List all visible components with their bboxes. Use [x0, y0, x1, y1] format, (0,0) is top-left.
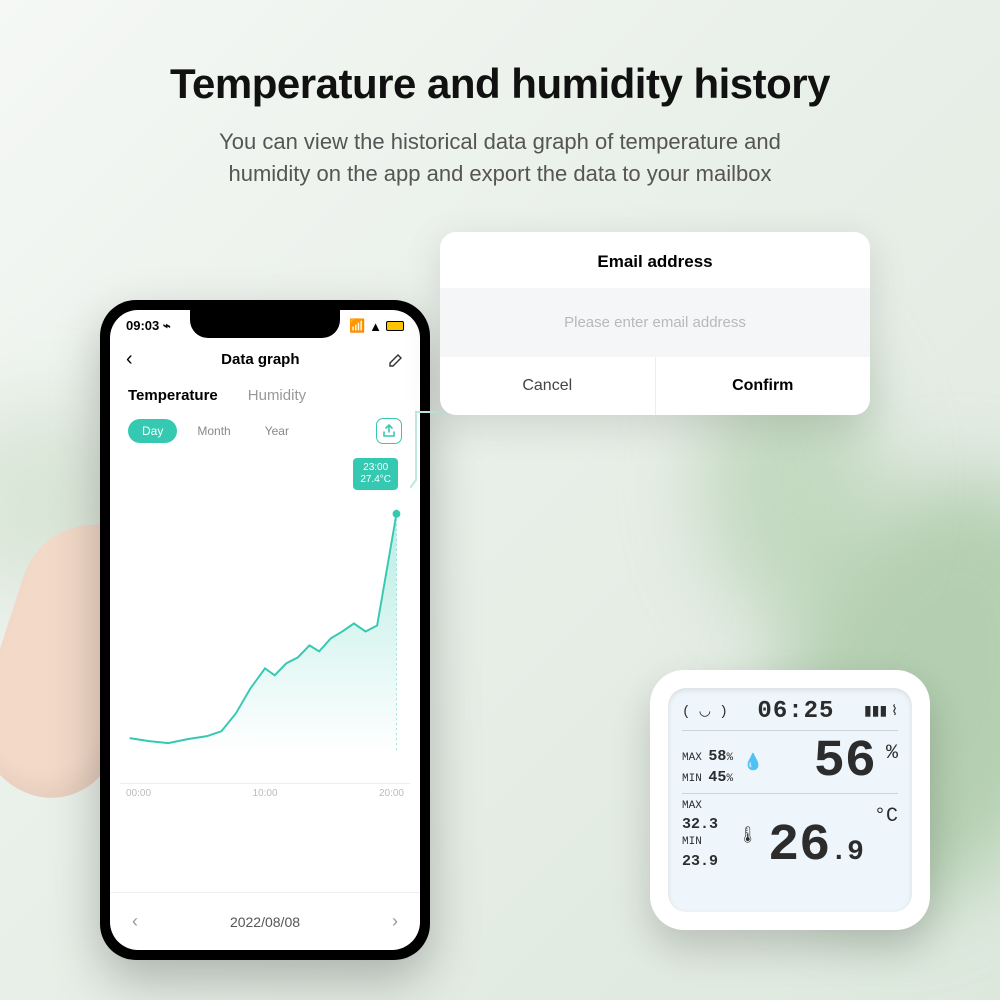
temp-value: 26.9	[768, 820, 864, 872]
sensor-device: ( ◡ ) 06:25 ▮▮▮ ⌇ MAX 58% MIN 45% 💧 56 %…	[650, 670, 930, 930]
hand-holding-phone: 09:03 ⌁ 📶 ▲ ‹ Data graph Temperature	[30, 300, 450, 980]
battery-icon: ▮▮▮	[864, 703, 887, 720]
dialog-title: Email address	[440, 232, 870, 288]
humidity-value: 56	[814, 736, 876, 788]
screen-title: Data graph	[221, 351, 299, 368]
page-title: Temperature and humidity history	[0, 60, 1000, 108]
battery-icon	[386, 321, 404, 331]
humidity-minmax: MAX 58% MIN 45%	[682, 746, 733, 788]
current-date: 2022/08/08	[230, 914, 300, 930]
export-button[interactable]	[376, 418, 402, 444]
temperature-chart[interactable]: 23:00 27.4°C	[120, 454, 410, 784]
status-time: 09:03 ⌁	[126, 318, 171, 334]
temp-minmax: MAX 32.3 MIN 23.9	[682, 799, 728, 872]
wifi-icon: ⌇	[891, 703, 898, 720]
droplet-icon: 💧	[743, 752, 763, 772]
page-subtitle: You can view the historical data graph o…	[0, 126, 1000, 190]
lcd-display: ( ◡ ) 06:25 ▮▮▮ ⌇ MAX 58% MIN 45% 💧 56 %…	[668, 688, 912, 912]
wifi-icon: ▲	[369, 319, 382, 334]
cancel-button[interactable]: Cancel	[440, 357, 656, 415]
chart-xaxis: 00:0010:0020:00	[110, 784, 420, 803]
thermometer-icon: 🌡	[738, 825, 758, 845]
tab-temperature[interactable]: Temperature	[128, 387, 218, 404]
phone-notch	[190, 310, 340, 338]
temp-unit: °C	[874, 805, 898, 828]
phone-frame: 09:03 ⌁ 📶 ▲ ‹ Data graph Temperature	[100, 300, 430, 960]
next-day-button[interactable]: ›	[392, 911, 398, 932]
range-year[interactable]: Year	[251, 419, 303, 443]
confirm-button[interactable]: Confirm	[656, 357, 871, 415]
range-day[interactable]: Day	[128, 419, 177, 443]
device-clock: 06:25	[757, 698, 834, 725]
face-icon: ( ◡ )	[682, 703, 728, 720]
signal-icon: 📶	[349, 318, 365, 334]
edit-icon[interactable]	[388, 352, 404, 368]
range-month[interactable]: Month	[183, 419, 244, 443]
prev-day-button[interactable]: ‹	[132, 911, 138, 932]
callout-connector	[410, 410, 454, 490]
humidity-unit: %	[886, 742, 898, 765]
email-dialog: Email address Please enter email address…	[440, 232, 870, 415]
chart-tooltip: 23:00 27.4°C	[353, 458, 398, 490]
back-button[interactable]: ‹	[126, 348, 133, 371]
tab-humidity[interactable]: Humidity	[248, 387, 306, 404]
email-input[interactable]: Please enter email address	[440, 288, 870, 357]
